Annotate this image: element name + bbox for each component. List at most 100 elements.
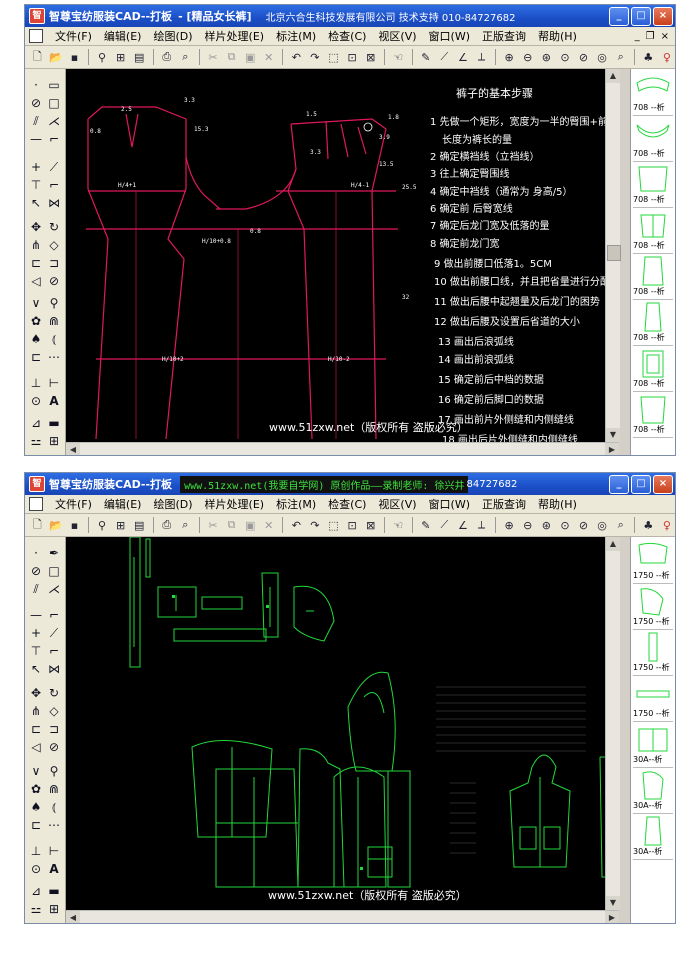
close-button[interactable]: × xyxy=(653,7,673,26)
notch-icon[interactable]: ♠ xyxy=(28,331,44,347)
open-folder-icon[interactable]: 📂 xyxy=(48,517,65,534)
cut-icon[interactable]: ✂ xyxy=(205,517,222,534)
select-all-icon[interactable]: ⊡ xyxy=(344,49,361,66)
select-point-icon[interactable]: ↖ xyxy=(28,661,44,677)
piece-thumbnail[interactable]: 708 --析 xyxy=(633,301,673,346)
step-line-icon[interactable]: ⌐ xyxy=(46,607,62,623)
bend-icon[interactable]: ⌐ xyxy=(46,643,62,659)
angle-line-icon[interactable]: ⟋ xyxy=(46,625,62,641)
select-area-icon[interactable]: ⬚ xyxy=(325,517,342,534)
point-icon[interactable]: · xyxy=(28,77,44,93)
trim-icon[interactable]: ⋈ xyxy=(46,661,62,677)
pen-tool-icon[interactable]: ✒ xyxy=(46,545,62,561)
circle-icon[interactable]: ⊘ xyxy=(28,563,44,579)
menu-view[interactable]: 视区(V) xyxy=(372,28,422,44)
zoom-previous-icon[interactable]: ⊘ xyxy=(575,49,592,66)
piece-thumbnail[interactable]: 708 --析 xyxy=(633,347,673,392)
ruler-icon[interactable]: ⟂ xyxy=(473,517,490,534)
rotate-icon[interactable]: ↻ xyxy=(46,685,62,701)
figure-icon[interactable]: ♀ xyxy=(659,49,675,66)
zoom-window-icon[interactable]: ⊛ xyxy=(538,49,555,66)
measure-line-icon[interactable]: ⊢ xyxy=(46,375,62,391)
copy-icon[interactable]: ⧉ xyxy=(223,517,240,534)
close-button[interactable]: × xyxy=(653,475,673,494)
scroll-left-icon[interactable]: ◀ xyxy=(66,911,80,923)
piece-thumbnail[interactable]: 1750 --析 xyxy=(633,539,673,584)
new-file-icon[interactable]: 🗋 xyxy=(29,49,46,66)
line-icon[interactable]: ⟋ xyxy=(436,49,453,66)
save-icon[interactable]: ▪ xyxy=(66,49,83,66)
scroll-up-icon[interactable]: ▲ xyxy=(606,537,620,551)
v-dart-icon[interactable]: ∨ xyxy=(28,763,44,779)
piece-thumbnail[interactable]: 30A--析 xyxy=(633,769,673,814)
minimize-button[interactable]: _ xyxy=(609,475,629,494)
scroll-right-icon[interactable]: ▶ xyxy=(605,911,619,923)
step-line-icon[interactable]: ⌐ xyxy=(46,131,62,147)
ruler-icon[interactable]: ⟂ xyxy=(473,49,490,66)
scroll-down-icon[interactable]: ▼ xyxy=(606,428,620,442)
angle-icon[interactable]: ∠ xyxy=(455,49,472,66)
button-hole-icon[interactable]: ✿ xyxy=(28,781,44,797)
angle-line-icon[interactable]: ⟋ xyxy=(46,159,62,175)
grade-rule-icon[interactable]: ⚍ xyxy=(28,433,44,449)
dress-form-icon[interactable]: ♣ xyxy=(640,517,657,534)
zoom-scale-icon[interactable]: ⌕ xyxy=(612,49,629,66)
measure-line-icon[interactable]: ⊢ xyxy=(46,843,62,859)
dart-icon[interactable]: ⋔ xyxy=(28,703,44,719)
triangle-icon[interactable]: ◁ xyxy=(28,273,44,289)
split-icon[interactable]: ⊤ xyxy=(28,643,44,659)
measure-icon[interactable]: ⚲ xyxy=(94,49,111,66)
move-icon[interactable]: ✥ xyxy=(28,219,44,235)
pen-icon[interactable]: ✎ xyxy=(418,517,435,534)
menu-piece[interactable]: 样片处理(E) xyxy=(199,496,271,512)
horizontal-scrollbar[interactable]: ◀ ▶ xyxy=(66,910,619,923)
menu-check[interactable]: 检查(C) xyxy=(322,28,372,44)
menu-edit[interactable]: 编辑(E) xyxy=(98,28,148,44)
scroll-up-icon[interactable]: ▲ xyxy=(606,69,620,83)
rotate-icon[interactable]: ↻ xyxy=(46,219,62,235)
parallel-icon[interactable]: ⫽ xyxy=(28,581,44,597)
seam-allowance-icon[interactable]: ▬ xyxy=(46,415,62,431)
menu-window[interactable]: 窗口(W) xyxy=(423,28,476,44)
parallel-icon[interactable]: ⫽ xyxy=(28,113,44,129)
horizontal-icon[interactable]: — xyxy=(28,131,44,147)
fold-icon[interactable]: ⋒ xyxy=(46,313,62,329)
pleat-icon[interactable]: ⚲ xyxy=(46,295,62,311)
select-all-icon[interactable]: ⊡ xyxy=(344,517,361,534)
split-icon[interactable]: ⊤ xyxy=(28,177,44,193)
table-icon[interactable]: ⊞ xyxy=(46,433,62,449)
corner-icon[interactable]: ⋌ xyxy=(46,113,62,129)
grain-icon[interactable]: ⊏ xyxy=(28,349,44,365)
piece-thumbnail[interactable]: 708 --析 xyxy=(633,209,673,254)
fold-icon[interactable]: ⋒ xyxy=(46,781,62,797)
seam-icon[interactable]: ⦅ xyxy=(46,331,62,347)
seam-allowance-icon[interactable]: ▬ xyxy=(46,883,62,899)
zoom-in-icon[interactable]: ⊕ xyxy=(501,517,518,534)
piece-thumbnail[interactable]: 30A--析 xyxy=(633,723,673,768)
vertical-scrollbar[interactable]: ▲ ▼ xyxy=(605,69,621,442)
triangle-icon[interactable]: ◁ xyxy=(28,739,44,755)
minimize-button[interactable]: _ xyxy=(609,7,629,26)
zoom-scale-icon[interactable]: ⌕ xyxy=(612,517,629,534)
zoom-all-icon[interactable]: ◎ xyxy=(594,517,611,534)
layer-icon[interactable]: ⊠ xyxy=(362,517,379,534)
menu-license[interactable]: 正版查询 xyxy=(476,28,532,44)
menu-file[interactable]: 文件(F) xyxy=(49,28,98,44)
figure-icon[interactable]: ♀ xyxy=(659,517,675,534)
dash-line-icon[interactable]: ⋯ xyxy=(46,349,62,365)
mirror-icon[interactable]: ⊏ xyxy=(28,255,44,271)
layer-icon[interactable]: ⊠ xyxy=(362,49,379,66)
pointer-icon[interactable]: ☜ xyxy=(390,49,407,66)
eraser-icon[interactable]: ◇ xyxy=(46,237,62,253)
zoom-fit-icon[interactable]: ⊙ xyxy=(557,49,574,66)
cut-icon[interactable]: ✂ xyxy=(205,49,222,66)
undo-icon[interactable]: ↶ xyxy=(288,49,305,66)
dimension-icon[interactable]: ⊥ xyxy=(28,375,44,391)
piece-thumbnail[interactable]: 708 --析 xyxy=(633,393,673,438)
maximize-button[interactable]: □ xyxy=(631,7,651,26)
dimension-icon[interactable]: ⊥ xyxy=(28,843,44,859)
piece-thumbnail[interactable]: 708 --析 xyxy=(633,117,673,162)
v-dart-icon[interactable]: ∨ xyxy=(28,295,44,311)
piece-thumbnail[interactable]: 1750 --析 xyxy=(633,677,673,722)
menu-help[interactable]: 帮助(H) xyxy=(532,28,583,44)
